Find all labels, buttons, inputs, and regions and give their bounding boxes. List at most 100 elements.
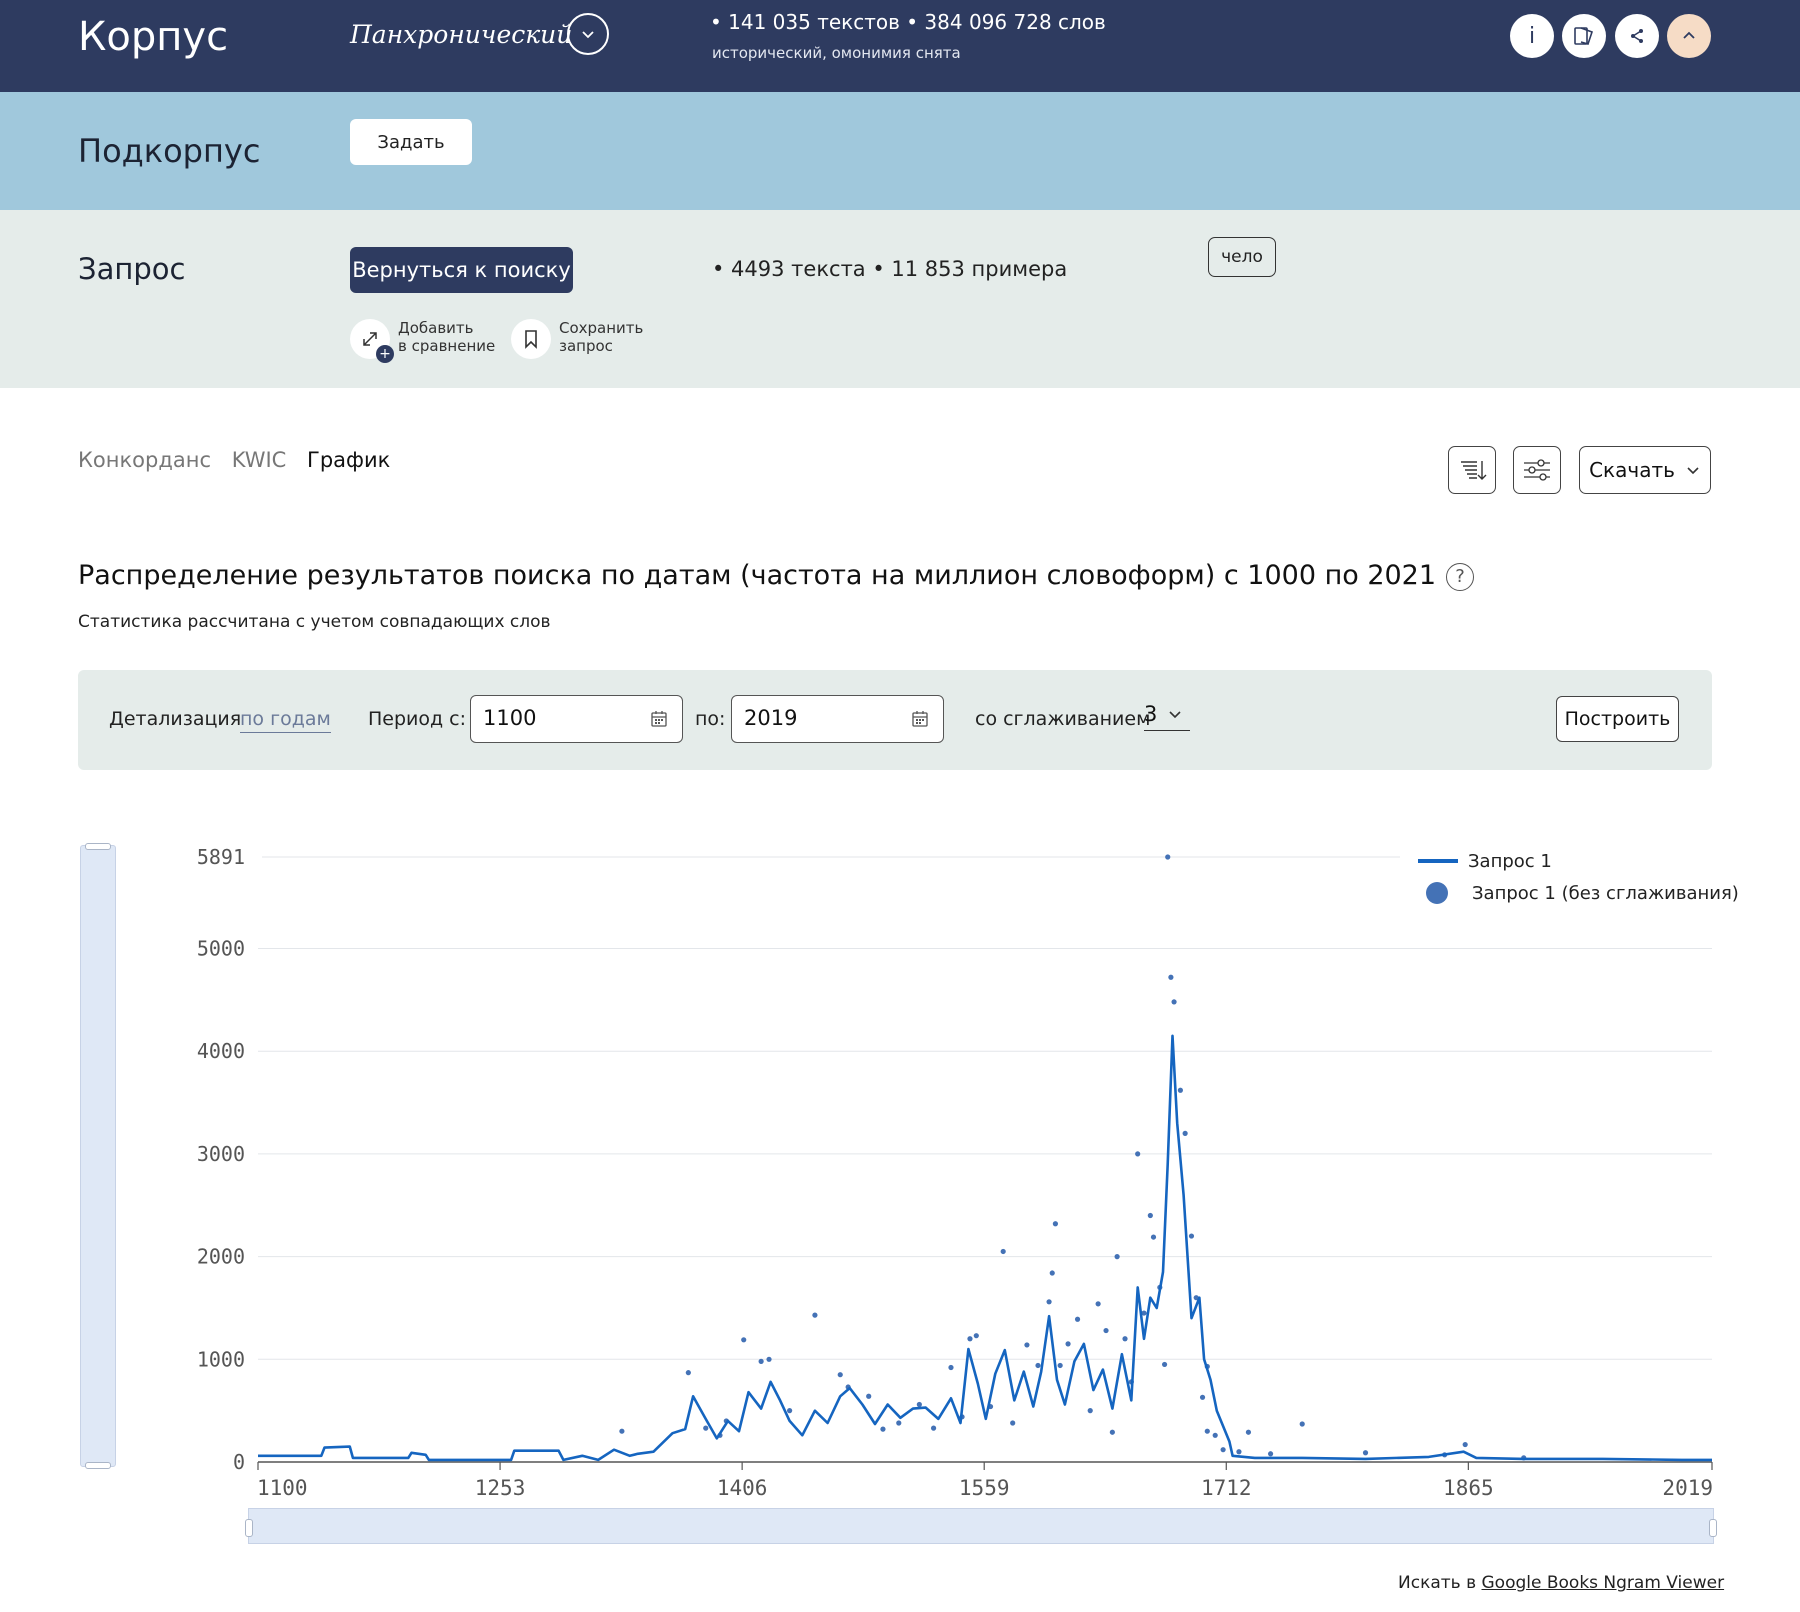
data-point[interactable] [758,1358,764,1364]
legend-item-smoothed[interactable]: Запрос 1 [1418,845,1739,877]
data-point[interactable] [1147,1212,1153,1219]
calendar-icon[interactable] [911,710,929,728]
calendar-icon[interactable] [650,710,668,728]
data-point[interactable] [1161,1361,1168,1368]
data-point[interactable] [1168,974,1174,980]
data-point[interactable] [1122,1336,1128,1342]
data-point[interactable] [812,1312,818,1318]
data-point[interactable] [1046,1299,1052,1305]
sort-button[interactable] [1448,446,1496,494]
data-point[interactable] [1150,1234,1157,1240]
data-point[interactable] [948,1364,954,1371]
data-point[interactable] [703,1425,709,1431]
data-point[interactable] [619,1428,625,1434]
data-point[interactable] [1135,1151,1141,1157]
data-point[interactable] [1035,1362,1041,1369]
data-point[interactable] [967,1336,973,1342]
add-to-compare-line2: в сравнение [398,337,496,355]
data-point[interactable] [1267,1451,1274,1457]
data-point[interactable] [1177,1087,1183,1093]
legend-item-raw[interactable]: Запрос 1 (без сглаживания) [1418,877,1739,909]
x-zoom-slider[interactable] [245,1508,1717,1544]
download-button[interactable]: Скачать [1579,446,1711,494]
corpus-type[interactable]: Панхронический [350,20,572,49]
data-point[interactable] [1236,1449,1242,1455]
data-point[interactable] [916,1401,922,1408]
data-point[interactable] [1212,1432,1218,1438]
series-line-zapros-1[interactable] [258,1034,1712,1462]
data-point[interactable] [866,1393,872,1399]
data-point[interactable] [1049,1270,1055,1276]
save-icon-wrap [511,319,551,359]
data-point[interactable] [1188,1233,1195,1239]
data-point[interactable] [1182,1130,1188,1136]
data-point[interactable] [1462,1441,1468,1448]
detail-value[interactable]: по годам [240,708,331,733]
data-point[interactable] [1057,1362,1063,1369]
brand-logo[interactable]: Корпус [78,14,228,60]
sliders-icon [1524,459,1550,481]
data-point[interactable] [1065,1341,1071,1347]
data-point[interactable] [1074,1316,1081,1322]
help-icon[interactable]: ? [1446,563,1475,591]
tab-graph[interactable]: График [307,448,390,472]
info-button[interactable]: i [1510,14,1554,58]
data-point[interactable] [1024,1342,1030,1348]
data-point[interactable] [1199,1394,1206,1400]
data-point[interactable] [1109,1429,1115,1435]
period-to-value: 2019 [744,706,798,730]
data-point[interactable] [1299,1421,1305,1427]
smoothing-label: со сглаживанием [975,708,1151,730]
frequency-chart: 0 1000 2000 3000 4000 5000 5891 1100 1253 1406 15… [197,845,1713,1500]
data-point[interactable] [1114,1254,1120,1260]
data-point[interactable] [685,1370,691,1376]
y-tick-label: 4000 [197,1039,245,1063]
data-point[interactable] [1000,1248,1006,1255]
add-to-compare-button[interactable]: + Добавить в сравнение [350,319,496,363]
data-point[interactable] [973,1333,979,1339]
plus-icon: + [376,345,394,363]
tab-kwic[interactable]: KWIC [232,448,287,472]
detail-select[interactable]: по годам [240,708,331,733]
data-point[interactable] [787,1408,793,1414]
ngram-link-row: Искать в Google Books Ngram Viewer [1398,1573,1724,1593]
smoothing-select[interactable]: 3 [1144,702,1190,731]
docs-button[interactable] [1562,14,1606,58]
collapse-button[interactable] [1667,14,1711,58]
data-point[interactable] [1204,1428,1210,1434]
data-point[interactable] [930,1425,937,1431]
period-to-input[interactable]: 2019 [731,695,944,743]
tab-concordance[interactable]: Конкорданс [78,448,211,472]
data-point[interactable] [741,1337,747,1343]
chart-subtitle: Статистика рассчитана с учетом совпадающ… [78,612,551,632]
data-point[interactable] [896,1420,902,1426]
ngram-viewer-link[interactable]: Google Books Ngram Viewer [1482,1573,1725,1593]
x-zoom-handle-right[interactable] [1709,1519,1717,1537]
period-from-input[interactable]: 1100 [470,695,683,743]
share-button[interactable] [1615,14,1659,58]
back-to-search-button[interactable]: Вернуться к поиску [350,247,573,293]
data-point[interactable] [766,1356,772,1362]
y-tick-label: 5000 [197,937,245,961]
data-point[interactable] [1095,1301,1101,1307]
data-point[interactable] [1220,1447,1226,1453]
settings-button[interactable] [1513,446,1561,494]
data-point[interactable] [1165,854,1171,860]
download-label: Скачать [1589,458,1675,482]
chart-grid [258,856,1712,1463]
save-query-button[interactable]: Сохранить запрос [511,319,643,359]
data-point[interactable] [1010,1420,1016,1426]
data-point[interactable] [1052,1221,1059,1227]
corpus-dropdown-button[interactable] [567,13,609,55]
data-point[interactable] [880,1426,886,1432]
build-button[interactable]: Построить [1556,696,1679,742]
data-point[interactable] [1171,999,1177,1005]
data-point[interactable] [1087,1408,1093,1414]
x-zoom-handle-left[interactable] [245,1519,253,1537]
data-point[interactable] [837,1372,843,1378]
set-subcorpus-button[interactable]: Задать [350,119,472,165]
data-point[interactable] [1103,1327,1109,1334]
data-point[interactable] [1245,1429,1252,1435]
data-point[interactable] [1362,1450,1369,1456]
query-word-chip[interactable]: чело [1208,237,1276,277]
